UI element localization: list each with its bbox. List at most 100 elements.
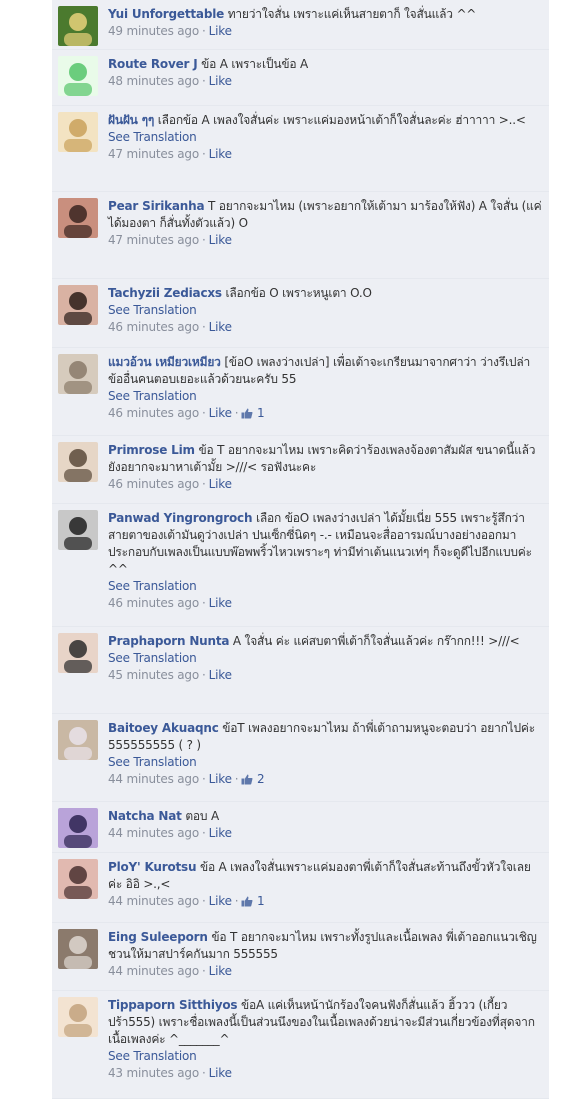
comment-timestamp[interactable]: 44 minutes ago — [108, 772, 199, 786]
author-name[interactable]: Eing Suleeporn — [108, 930, 208, 944]
comment-meta: 44 minutes ago · Like — [108, 963, 543, 980]
author-name[interactable]: Tachyzii Zediacxs — [108, 286, 222, 300]
like-count[interactable]: 1 — [241, 406, 265, 420]
comment-timestamp[interactable]: 47 minutes ago — [108, 147, 199, 161]
like-count[interactable]: 1 — [241, 894, 265, 908]
like-link[interactable]: Like — [209, 826, 232, 840]
avatar[interactable] — [58, 633, 98, 673]
avatar[interactable] — [58, 997, 98, 1037]
comment-body: Tachyzii Zediacxs เลือกข้อ O เพราะหนูเตา… — [108, 285, 543, 336]
comment-body: ฝันฝัน ๆๆ เลือกข้อ A เพลงใจสั่นค่ะ เพราะ… — [108, 112, 543, 163]
comment-text: ข้อ A เพราะเป็นข้อ A — [201, 57, 308, 71]
comment-item: Tachyzii Zediacxs เลือกข้อ O เพราะหนูเตา… — [52, 279, 549, 348]
comment-timestamp[interactable]: 49 minutes ago — [108, 24, 199, 38]
like-link[interactable]: Like — [209, 24, 232, 38]
comments-panel: Yui Unforgettable ทายว่าใจสั่น เพราะแค่เ… — [52, 0, 549, 1099]
comment-timestamp[interactable]: 47 minutes ago — [108, 233, 199, 247]
like-link[interactable]: Like — [209, 147, 232, 161]
comment-item: Baitoey Akuaqnc ข้อT เพลงอยากจะมาไหม ถ้า… — [52, 714, 549, 802]
avatar[interactable] — [58, 929, 98, 969]
avatar[interactable] — [58, 6, 98, 46]
see-translation-link[interactable]: See Translation — [108, 302, 543, 319]
comment-timestamp[interactable]: 43 minutes ago — [108, 1066, 199, 1080]
comment-content: Pear Sirikanha T อยากจะมาไหม (เพราะอยากใ… — [108, 198, 543, 232]
comment-content: Eing Suleeporn ข้อ T อยากจะมาไหม เพราะทั… — [108, 929, 543, 963]
like-link[interactable]: Like — [209, 320, 232, 334]
meta-separator: · — [202, 320, 206, 334]
author-name[interactable]: Natcha Nat — [108, 809, 182, 823]
comment-text: เลือกข้อ O เพราะหนูเตา O.O — [225, 286, 372, 300]
see-translation-link[interactable]: See Translation — [108, 578, 543, 595]
see-translation-link[interactable]: See Translation — [108, 1048, 543, 1065]
author-name[interactable]: Route Rover J — [108, 57, 198, 71]
author-name[interactable]: PloY' Kurotsu — [108, 860, 197, 874]
like-link[interactable]: Like — [209, 233, 232, 247]
like-link[interactable]: Like — [209, 477, 232, 491]
comment-item: Praphaporn Nunta A ใจสั่น ค่ะ แค่สบตาพี่… — [52, 627, 549, 714]
comment-body: Pear Sirikanha T อยากจะมาไหม (เพราะอยากใ… — [108, 198, 543, 249]
comment-body: Eing Suleeporn ข้อ T อยากจะมาไหม เพราะทั… — [108, 929, 543, 980]
see-translation-link[interactable]: See Translation — [108, 388, 543, 405]
avatar[interactable] — [58, 510, 98, 550]
avatar[interactable] — [58, 442, 98, 482]
comment-body: Route Rover J ข้อ A เพราะเป็นข้อ A 48 min… — [108, 56, 543, 90]
like-count-value: 1 — [257, 894, 265, 908]
author-name[interactable]: แมวอ้วน เหมียวเหมียว — [108, 355, 221, 369]
comment-item: Pear Sirikanha T อยากจะมาไหม (เพราะอยากใ… — [52, 192, 549, 279]
like-link[interactable]: Like — [209, 894, 232, 908]
comment-meta: 44 minutes ago · Like — [108, 825, 543, 842]
see-translation-link[interactable]: See Translation — [108, 650, 543, 667]
author-name[interactable]: Yui Unforgettable — [108, 7, 224, 21]
meta-separator: · — [202, 406, 206, 420]
like-link[interactable]: Like — [209, 406, 232, 420]
author-name[interactable]: Panwad Yingrongroch — [108, 511, 253, 525]
author-name[interactable]: Primrose Lim — [108, 443, 195, 457]
like-link[interactable]: Like — [209, 596, 232, 610]
comment-timestamp[interactable]: 46 minutes ago — [108, 320, 199, 334]
comment-text: เลือกข้อ A เพลงใจสั่นค่ะ เพราะแค่มองหน้า… — [157, 113, 526, 127]
like-link[interactable]: Like — [209, 964, 232, 978]
comment-meta: 43 minutes ago · Like — [108, 1065, 543, 1082]
comment-timestamp[interactable]: 48 minutes ago — [108, 74, 199, 88]
like-link[interactable]: Like — [209, 772, 232, 786]
author-name[interactable]: ฝันฝัน ๆๆ — [108, 113, 154, 127]
avatar[interactable] — [58, 198, 98, 238]
like-link[interactable]: Like — [209, 74, 232, 88]
comment-timestamp[interactable]: 44 minutes ago — [108, 964, 199, 978]
comment-text: ตอบ A — [185, 809, 219, 823]
see-translation-link[interactable]: See Translation — [108, 754, 543, 771]
avatar[interactable] — [58, 859, 98, 899]
like-link[interactable]: Like — [209, 1066, 232, 1080]
comment-timestamp[interactable]: 46 minutes ago — [108, 596, 199, 610]
thumbs-up-icon — [241, 896, 253, 907]
avatar[interactable] — [58, 285, 98, 325]
like-count-value: 2 — [257, 772, 265, 786]
comment-timestamp[interactable]: 45 minutes ago — [108, 668, 199, 682]
comment-timestamp[interactable]: 44 minutes ago — [108, 894, 199, 908]
avatar[interactable] — [58, 56, 98, 96]
comment-timestamp[interactable]: 44 minutes ago — [108, 826, 199, 840]
author-name[interactable]: Pear Sirikanha — [108, 199, 205, 213]
thumbs-up-icon — [241, 408, 253, 419]
meta-separator: · — [202, 596, 206, 610]
like-link[interactable]: Like — [209, 668, 232, 682]
see-translation-link[interactable]: See Translation — [108, 129, 543, 146]
author-name[interactable]: Praphaporn Nunta — [108, 634, 229, 648]
like-count[interactable]: 2 — [241, 772, 265, 786]
comment-meta: 45 minutes ago · Like — [108, 667, 543, 684]
comment-content: Baitoey Akuaqnc ข้อT เพลงอยากจะมาไหม ถ้า… — [108, 720, 543, 754]
comment-body: Praphaporn Nunta A ใจสั่น ค่ะ แค่สบตาพี่… — [108, 633, 543, 684]
comment-content: Yui Unforgettable ทายว่าใจสั่น เพราะแค่เ… — [108, 6, 543, 23]
comment-content: Praphaporn Nunta A ใจสั่น ค่ะ แค่สบตาพี่… — [108, 633, 543, 650]
comment-timestamp[interactable]: 46 minutes ago — [108, 477, 199, 491]
comment-content: แมวอ้วน เหมียวเหมียว [ข้อO เพลงว่างเปล่า… — [108, 354, 543, 388]
meta-separator: · — [202, 24, 206, 38]
avatar[interactable] — [58, 808, 98, 848]
avatar[interactable] — [58, 720, 98, 760]
comment-body: PloY' Kurotsu ข้อ A เพลงใจสั่นเพราะแค่มอ… — [108, 859, 543, 910]
avatar[interactable] — [58, 112, 98, 152]
avatar[interactable] — [58, 354, 98, 394]
author-name[interactable]: Tippaporn Sitthiyos — [108, 998, 238, 1012]
comment-timestamp[interactable]: 46 minutes ago — [108, 406, 199, 420]
author-name[interactable]: Baitoey Akuaqnc — [108, 721, 219, 735]
